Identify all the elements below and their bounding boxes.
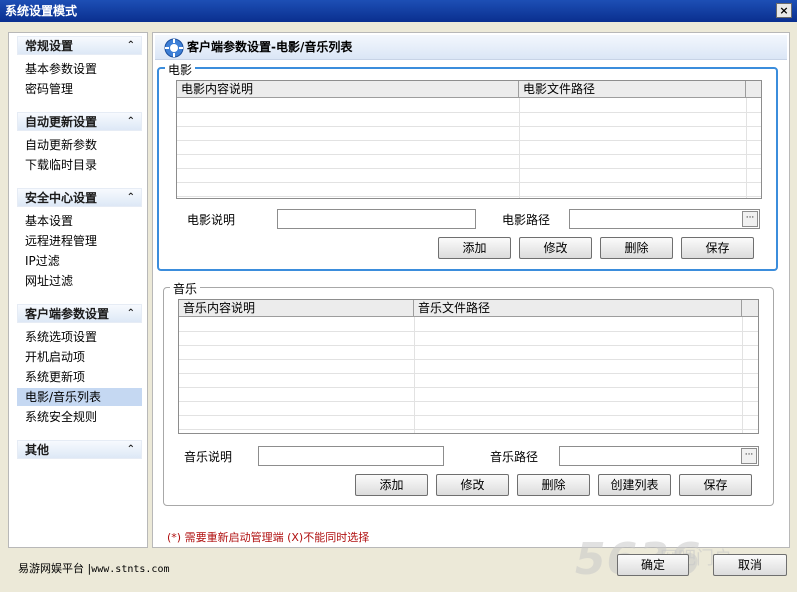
music-col-desc[interactable]: 音乐内容说明 <box>179 300 414 317</box>
movie-desc-input[interactable] <box>277 209 476 229</box>
movie-table-header: 电影内容说明 电影文件路径 <box>177 81 761 98</box>
music-edit-button[interactable]: 修改 <box>436 474 509 496</box>
sidebar-item-basic-params[interactable]: 基本参数设置 <box>17 60 142 78</box>
table-row[interactable] <box>179 416 758 430</box>
cancel-button[interactable]: 取消 <box>713 554 787 576</box>
content-panel: 客户端参数设置-电影/音乐列表 电影 电影内容说明 电影文件路径 电影说明 电影… <box>152 32 790 548</box>
table-row[interactable] <box>177 141 761 155</box>
table-row[interactable] <box>177 169 761 183</box>
music-create-list-button[interactable]: 创建列表 <box>598 474 671 496</box>
sidebar-item-security-rules[interactable]: 系统安全规则 <box>17 408 142 426</box>
movie-group-legend: 电影 <box>165 61 196 78</box>
settings-icon <box>164 38 184 58</box>
table-row[interactable] <box>177 155 761 169</box>
table-row[interactable] <box>179 374 758 388</box>
table-row[interactable] <box>179 402 758 416</box>
music-browse-button[interactable]: ··· <box>741 448 757 464</box>
movie-edit-button[interactable]: 修改 <box>519 237 592 259</box>
sidebar-section-client[interactable]: 客户端参数设置 ⌃ <box>17 304 142 323</box>
music-table-header: 音乐内容说明 音乐文件路径 <box>179 300 758 317</box>
sidebar-item-update-params[interactable]: 自动更新参数 <box>17 136 142 154</box>
close-button[interactable]: × <box>776 3 792 18</box>
music-col-filler <box>742 300 758 317</box>
restart-note: (*) 需要重新启动管理端 (X)不能同时选择 <box>167 531 370 544</box>
sidebar-item-password[interactable]: 密码管理 <box>17 80 142 98</box>
sidebar-item-temp-dir[interactable]: 下载临时目录 <box>17 156 142 174</box>
movie-col-path[interactable]: 电影文件路径 <box>519 81 746 98</box>
table-row[interactable] <box>177 127 761 141</box>
table-row[interactable] <box>177 99 761 113</box>
ok-button[interactable]: 确定 <box>617 554 689 576</box>
sidebar-item-basic-settings[interactable]: 基本设置 <box>17 212 142 230</box>
table-row[interactable] <box>179 332 758 346</box>
chevron-up-icon: ⌃ <box>126 116 135 127</box>
music-group-legend: 音乐 <box>170 280 201 297</box>
sidebar-item-url-filter[interactable]: 网址过滤 <box>17 272 142 290</box>
sidebar-item-system-options[interactable]: 系统选项设置 <box>17 328 142 346</box>
table-row[interactable] <box>179 360 758 374</box>
chevron-up-icon: ⌃ <box>126 444 135 455</box>
music-table[interactable]: 音乐内容说明 音乐文件路径 <box>178 299 759 434</box>
chevron-up-icon: ⌃ <box>126 308 135 319</box>
sidebar: 常规设置 ⌃ 基本参数设置 密码管理 自动更新设置 ⌃ 自动更新参数 下载临时目… <box>8 32 148 548</box>
movie-group: 电影 电影内容说明 电影文件路径 电影说明 电影路径 ··· 添加 修改 删除 … <box>157 61 778 271</box>
page-title-bar: 客户端参数设置-电影/音乐列表 <box>155 35 787 60</box>
chevron-up-icon: ⌃ <box>126 192 135 203</box>
page-title: 客户端参数设置-电影/音乐列表 <box>187 40 353 54</box>
sidebar-section-general[interactable]: 常规设置 ⌃ <box>17 36 142 55</box>
footer-brand: 易游网娱平台 |www.stnts.com <box>18 560 170 576</box>
sidebar-item-movie-music[interactable]: 电影/音乐列表 <box>17 388 142 406</box>
music-desc-label: 音乐说明 <box>184 450 233 464</box>
movie-table[interactable]: 电影内容说明 电影文件路径 <box>176 80 762 199</box>
sidebar-section-other[interactable]: 其他 ⌃ <box>17 440 142 459</box>
sidebar-item-ip-filter[interactable]: IP过滤 <box>17 252 142 270</box>
table-row[interactable] <box>179 388 758 402</box>
music-add-button[interactable]: 添加 <box>355 474 428 496</box>
movie-browse-button[interactable]: ··· <box>742 211 758 227</box>
sidebar-section-title: 客户端参数设置 <box>25 307 110 321</box>
dialog-window: 常规设置 ⌃ 基本参数设置 密码管理 自动更新设置 ⌃ 自动更新参数 下载临时目… <box>0 22 797 592</box>
music-group: 音乐 音乐内容说明 音乐文件路径 音乐说明 音乐路径 ··· 添加 修改 删除 … <box>163 280 774 506</box>
movie-save-button[interactable]: 保存 <box>681 237 754 259</box>
movie-col-filler <box>746 81 761 98</box>
sidebar-section-title: 安全中心设置 <box>25 191 98 205</box>
movie-desc-label: 电影说明 <box>187 213 236 227</box>
music-path-label: 音乐路径 <box>490 450 539 464</box>
sidebar-section-security[interactable]: 安全中心设置 ⌃ <box>17 188 142 207</box>
table-row[interactable] <box>177 183 761 197</box>
footer-url: www.stnts.com <box>91 564 170 575</box>
footer-brand-name: 易游网娱平台 <box>18 562 84 575</box>
movie-path-input[interactable] <box>569 209 760 229</box>
sidebar-item-system-update[interactable]: 系统更新项 <box>17 368 142 386</box>
sidebar-section-title: 自动更新设置 <box>25 115 98 129</box>
sidebar-item-startup[interactable]: 开机启动项 <box>17 348 142 366</box>
music-delete-button[interactable]: 删除 <box>517 474 590 496</box>
window-title: 系统设置模式 <box>5 4 78 18</box>
table-row[interactable] <box>179 346 758 360</box>
sidebar-section-auto-update[interactable]: 自动更新设置 ⌃ <box>17 112 142 131</box>
movie-col-desc[interactable]: 电影内容说明 <box>177 81 519 98</box>
chevron-up-icon: ⌃ <box>126 40 135 51</box>
music-col-path[interactable]: 音乐文件路径 <box>414 300 742 317</box>
sidebar-section-title: 常规设置 <box>25 39 74 53</box>
sidebar-section-title: 其他 <box>25 443 50 457</box>
window-titlebar: 系统设置模式 × <box>0 0 797 22</box>
movie-delete-button[interactable]: 删除 <box>600 237 673 259</box>
movie-add-button[interactable]: 添加 <box>438 237 511 259</box>
music-save-button[interactable]: 保存 <box>679 474 752 496</box>
table-row[interactable] <box>177 113 761 127</box>
table-row[interactable] <box>179 318 758 332</box>
music-desc-input[interactable] <box>258 446 444 466</box>
sidebar-item-remote-process[interactable]: 远程进程管理 <box>17 232 142 250</box>
movie-path-label: 电影路径 <box>502 213 551 227</box>
music-path-input[interactable] <box>559 446 759 466</box>
